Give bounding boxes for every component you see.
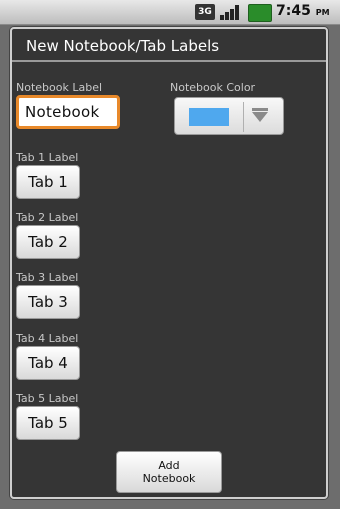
add-button-line2: Notebook (142, 472, 196, 485)
dropdown-arrow-icon (243, 102, 271, 132)
network-3g-icon: 3G (195, 4, 215, 20)
tab5-label-heading: Tab 5 Label (16, 392, 79, 405)
tab3-label-heading: Tab 3 Label (16, 271, 79, 284)
tab1-label-field[interactable]: Tab 1 (16, 165, 80, 199)
status-bar: 3G 7:45 PM (0, 0, 340, 25)
color-swatch (189, 108, 229, 126)
tab5-label-field[interactable]: Tab 5 (16, 406, 80, 440)
battery-charging-icon (248, 4, 272, 22)
new-notebook-dialog: New Notebook/Tab Labels Notebook Label N… (10, 27, 328, 499)
tab1-label-heading: Tab 1 Label (16, 151, 79, 164)
title-divider (12, 60, 326, 62)
tab4-label-heading: Tab 4 Label (16, 332, 79, 345)
tab3-label-field[interactable]: Tab 3 (16, 285, 80, 319)
signal-strength-icon (220, 4, 242, 20)
clock-ampm: PM (315, 8, 330, 17)
clock: 7:45 PM (276, 3, 330, 19)
notebook-label-heading: Notebook Label (16, 81, 103, 94)
notebook-label-field[interactable]: Notebook (16, 95, 120, 129)
add-notebook-button[interactable]: Add Notebook (116, 451, 222, 493)
tab2-label-heading: Tab 2 Label (16, 211, 79, 224)
notebook-color-picker[interactable] (174, 97, 284, 135)
tab4-label-field[interactable]: Tab 4 (16, 346, 80, 380)
notebook-color-heading: Notebook Color (170, 81, 256, 94)
dialog-title: New Notebook/Tab Labels (26, 37, 220, 55)
clock-time: 7:45 (276, 3, 311, 19)
add-button-line1: Add (158, 459, 180, 472)
tab2-label-field[interactable]: Tab 2 (16, 225, 80, 259)
